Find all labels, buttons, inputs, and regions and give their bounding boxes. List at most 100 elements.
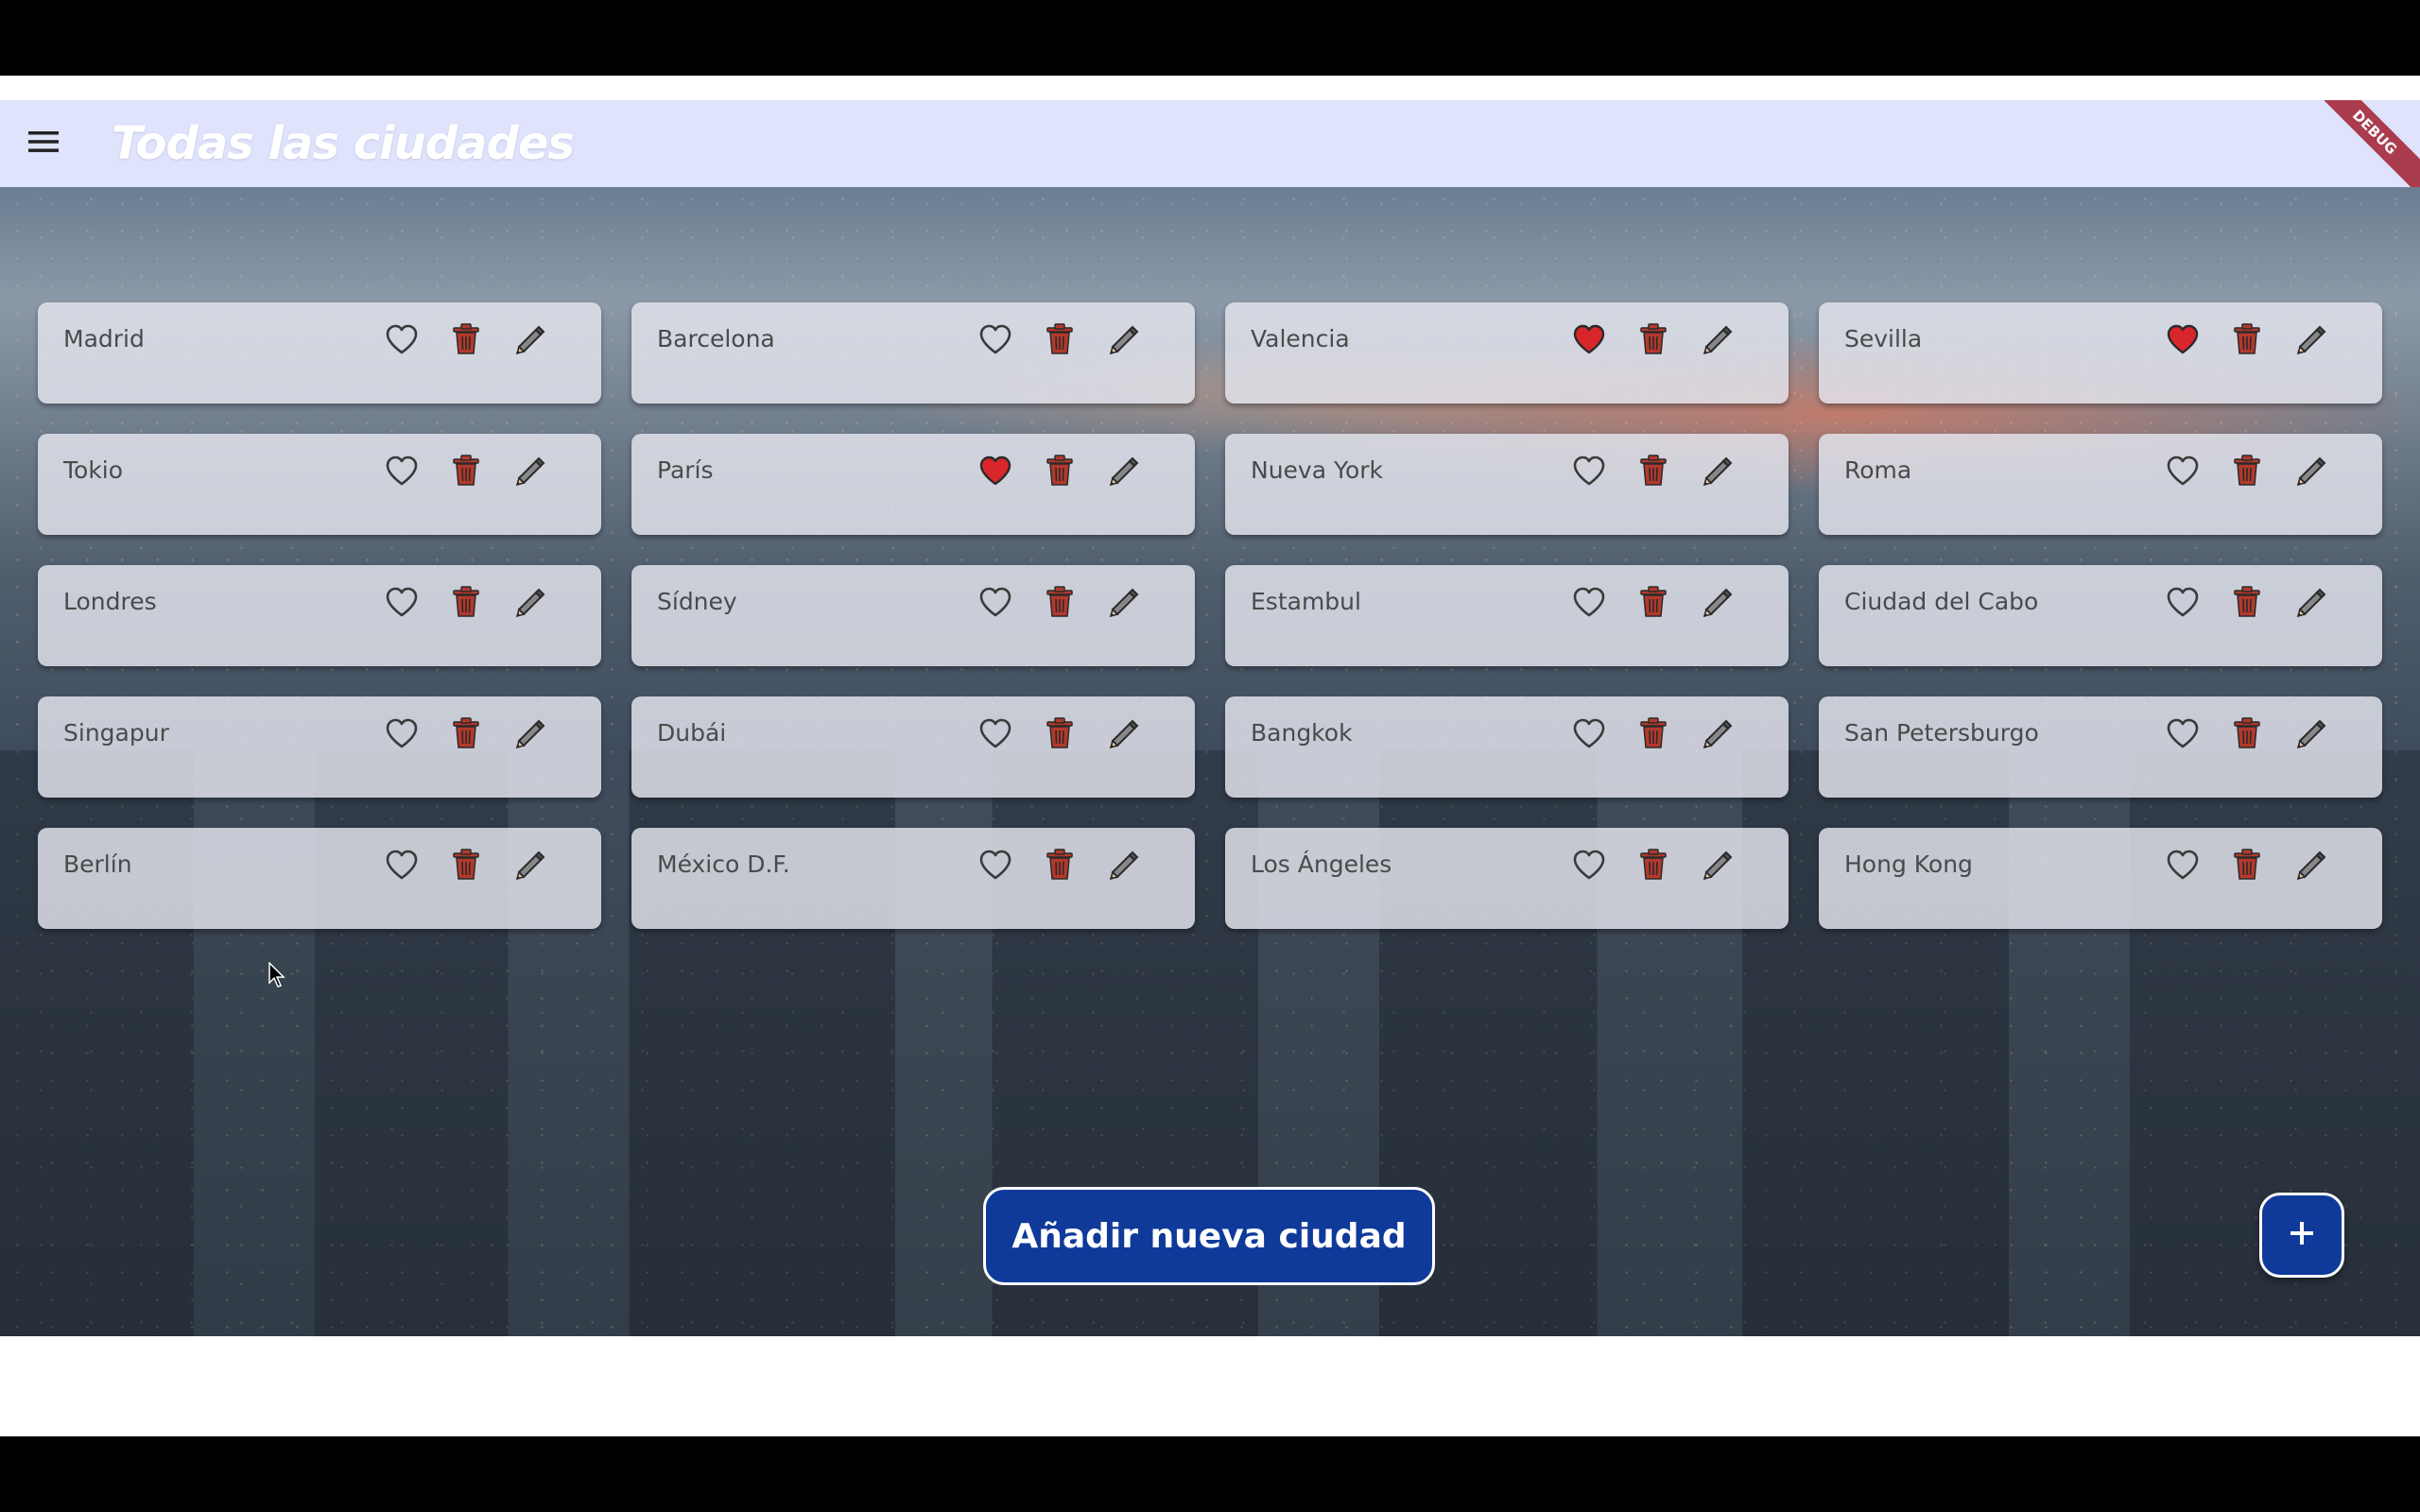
heart-filled-icon[interactable] [2161, 318, 2204, 361]
trash-icon[interactable] [2225, 580, 2269, 624]
heart-icon[interactable] [974, 318, 1017, 361]
city-grid: Madrid Barcelona Valencia Sevilla Tokio París… [38, 302, 2382, 929]
pencil-icon[interactable] [509, 449, 552, 492]
heart-icon[interactable] [2161, 712, 2204, 755]
city-card[interactable]: Tokio [38, 434, 601, 535]
trash-icon[interactable] [444, 712, 488, 755]
city-card-actions [2161, 712, 2333, 755]
city-card[interactable]: Sevilla [1819, 302, 2382, 404]
city-card[interactable]: Nueva York [1225, 434, 1789, 535]
pencil-icon[interactable] [1102, 318, 1146, 361]
city-name: Sídney [657, 588, 737, 615]
city-name: México D.F. [657, 850, 790, 878]
pencil-icon[interactable] [1696, 580, 1739, 624]
city-card-actions [1567, 449, 1739, 492]
heart-icon[interactable] [1567, 843, 1611, 886]
add-fab-button[interactable] [2259, 1193, 2344, 1278]
heart-icon[interactable] [380, 843, 424, 886]
city-card-actions [380, 318, 552, 361]
city-card[interactable]: Valencia [1225, 302, 1789, 404]
city-card[interactable]: París [631, 434, 1195, 535]
city-name: Singapur [63, 719, 169, 747]
trash-icon[interactable] [1632, 318, 1675, 361]
city-card[interactable]: México D.F. [631, 828, 1195, 929]
pencil-icon[interactable] [1102, 843, 1146, 886]
city-list-area: Madrid Barcelona Valencia Sevilla Tokio París… [0, 187, 2420, 1336]
city-card[interactable]: Sídney [631, 565, 1195, 666]
heart-icon[interactable] [974, 580, 1017, 624]
trash-icon[interactable] [444, 580, 488, 624]
trash-icon[interactable] [1038, 580, 1081, 624]
heart-icon[interactable] [380, 318, 424, 361]
trash-icon[interactable] [444, 318, 488, 361]
city-card[interactable]: Londres [38, 565, 601, 666]
heart-icon[interactable] [1567, 712, 1611, 755]
trash-icon[interactable] [2225, 449, 2269, 492]
heart-icon[interactable] [380, 449, 424, 492]
trash-icon[interactable] [1038, 843, 1081, 886]
trash-icon[interactable] [1632, 712, 1675, 755]
heart-icon[interactable] [974, 712, 1017, 755]
trash-icon[interactable] [2225, 712, 2269, 755]
city-card[interactable]: Hong Kong [1819, 828, 2382, 929]
pencil-icon[interactable] [509, 843, 552, 886]
heart-filled-icon[interactable] [1567, 318, 1611, 361]
pencil-icon[interactable] [509, 712, 552, 755]
pencil-icon[interactable] [2290, 580, 2333, 624]
heart-icon[interactable] [380, 712, 424, 755]
city-card[interactable]: Roma [1819, 434, 2382, 535]
heart-icon[interactable] [1567, 449, 1611, 492]
city-card[interactable]: San Petersburgo [1819, 696, 2382, 798]
city-card[interactable]: Madrid [38, 302, 601, 404]
app-bar: Todas las ciudades DEBUG [0, 100, 2420, 187]
city-name: París [657, 456, 714, 484]
heart-icon[interactable] [974, 843, 1017, 886]
heart-icon[interactable] [2161, 580, 2204, 624]
heart-filled-icon[interactable] [974, 449, 1017, 492]
trash-icon[interactable] [1038, 449, 1081, 492]
pencil-icon[interactable] [1696, 843, 1739, 886]
city-card[interactable]: Singapur [38, 696, 601, 798]
city-card[interactable]: Dubái [631, 696, 1195, 798]
heart-icon[interactable] [380, 580, 424, 624]
trash-icon[interactable] [1632, 843, 1675, 886]
pencil-icon[interactable] [509, 580, 552, 624]
pencil-icon[interactable] [2290, 449, 2333, 492]
city-card[interactable]: Los Ángeles [1225, 828, 1789, 929]
pencil-icon[interactable] [1696, 712, 1739, 755]
city-card[interactable]: Bangkok [1225, 696, 1789, 798]
pencil-icon[interactable] [1696, 318, 1739, 361]
pencil-icon[interactable] [1102, 712, 1146, 755]
add-city-button[interactable]: Añadir nueva ciudad [983, 1187, 1435, 1285]
city-name: Berlín [63, 850, 132, 878]
city-card[interactable]: Ciudad del Cabo [1819, 565, 2382, 666]
city-card-actions [2161, 318, 2333, 361]
pencil-icon[interactable] [1696, 449, 1739, 492]
pencil-icon[interactable] [1102, 449, 1146, 492]
heart-icon[interactable] [2161, 449, 2204, 492]
heart-icon[interactable] [1567, 580, 1611, 624]
trash-icon[interactable] [1038, 712, 1081, 755]
page-title: Todas las ciudades [112, 117, 575, 170]
trash-icon[interactable] [2225, 318, 2269, 361]
trash-icon[interactable] [2225, 843, 2269, 886]
trash-icon[interactable] [1632, 580, 1675, 624]
heart-icon[interactable] [2161, 843, 2204, 886]
screen: Todas las ciudades DEBUG Madrid Barcelona… [0, 0, 2420, 1512]
city-name: Valencia [1251, 325, 1350, 352]
pencil-icon[interactable] [2290, 318, 2333, 361]
trash-icon[interactable] [444, 843, 488, 886]
trash-icon[interactable] [1038, 318, 1081, 361]
city-card-actions [1567, 843, 1739, 886]
city-card[interactable]: Berlín [38, 828, 601, 929]
trash-icon[interactable] [1632, 449, 1675, 492]
pencil-icon[interactable] [2290, 843, 2333, 886]
trash-icon[interactable] [444, 449, 488, 492]
city-card[interactable]: Barcelona [631, 302, 1195, 404]
menu-button[interactable] [19, 119, 68, 168]
pencil-icon[interactable] [1102, 580, 1146, 624]
pencil-icon[interactable] [509, 318, 552, 361]
pencil-icon[interactable] [2290, 712, 2333, 755]
city-card[interactable]: Estambul [1225, 565, 1789, 666]
city-card-actions [974, 318, 1146, 361]
